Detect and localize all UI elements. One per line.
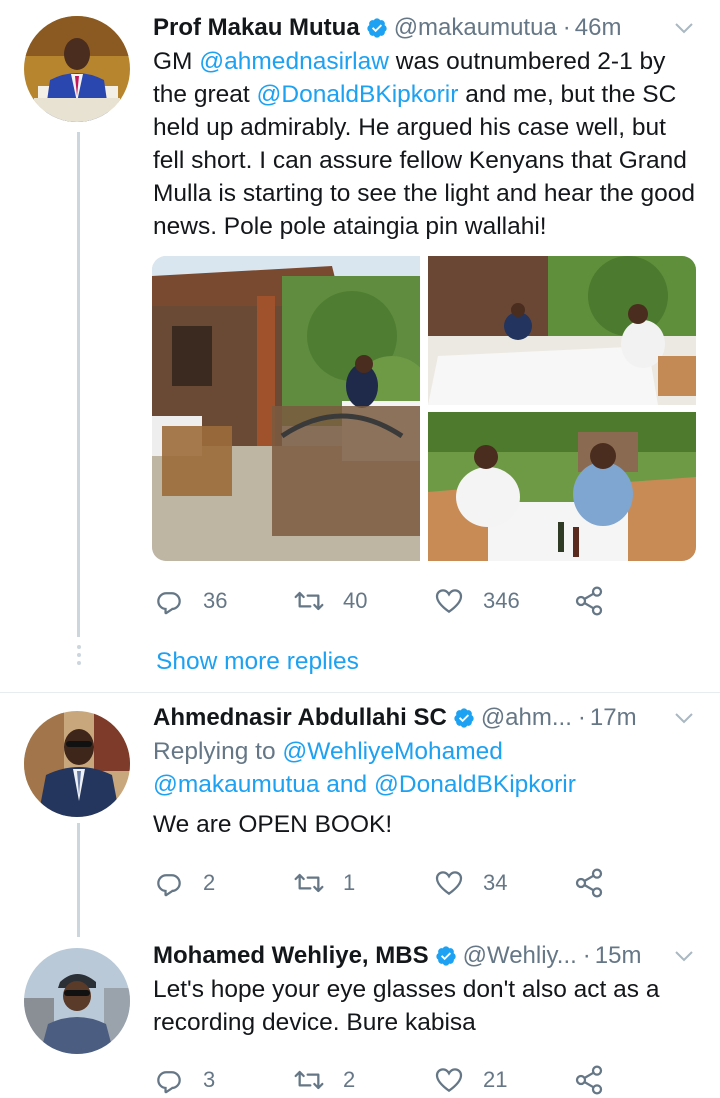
retweet-count: 1 bbox=[343, 870, 356, 895]
retweet-button[interactable]: 40 bbox=[293, 585, 433, 617]
share-button[interactable] bbox=[573, 585, 623, 617]
photo-lunch-closeup[interactable] bbox=[428, 412, 696, 561]
like-count: 21 bbox=[483, 1067, 508, 1092]
tweet-header: Mohamed Wehliye, MBS @Wehliy... · 15m bbox=[153, 938, 696, 974]
replying-to-label: Replying to bbox=[153, 738, 283, 765]
separator-dot: · bbox=[562, 14, 571, 41]
like-button[interactable]: 346 bbox=[433, 585, 573, 617]
like-button[interactable]: 21 bbox=[433, 1064, 573, 1096]
timestamp[interactable]: 46m bbox=[575, 14, 622, 42]
handle[interactable]: @Wehliy... bbox=[463, 942, 577, 970]
mention-link[interactable]: @WehliyeMohamed bbox=[282, 738, 503, 765]
retweet-button[interactable]: 1 bbox=[293, 867, 433, 899]
reply-icon bbox=[157, 874, 181, 897]
heart-icon bbox=[435, 1068, 463, 1093]
separator-dot: · bbox=[582, 942, 591, 969]
share-button[interactable] bbox=[573, 867, 623, 899]
share-button[interactable] bbox=[573, 1064, 623, 1096]
thread-line bbox=[77, 132, 80, 637]
retweet-count: 40 bbox=[343, 588, 368, 613]
like-count: 346 bbox=[483, 588, 520, 613]
tweet[interactable]: Mohamed Wehliye, MBS @Wehliy... · 15m Le… bbox=[153, 938, 696, 1039]
retweet-button[interactable]: 2 bbox=[293, 1064, 433, 1096]
timestamp[interactable]: 15m bbox=[595, 942, 642, 970]
tweet[interactable]: Ahmednasir Abdullahi SC @ahm... · 17m Re… bbox=[153, 700, 696, 841]
timestamp[interactable]: 17m bbox=[590, 704, 637, 732]
reply-icon bbox=[157, 1071, 181, 1094]
reply-button[interactable]: 2 bbox=[153, 867, 293, 899]
photo-restaurant-patio[interactable] bbox=[152, 256, 420, 561]
mention-link[interactable]: @makaumutua bbox=[153, 771, 320, 798]
share-icon bbox=[575, 868, 603, 898]
mention-link[interactable]: @DonaldBKipkorir bbox=[257, 81, 459, 108]
heart-icon bbox=[435, 871, 463, 896]
tweet-actions: 36 40 346 bbox=[153, 581, 623, 621]
separator-dot: · bbox=[577, 704, 586, 731]
like-count: 34 bbox=[483, 870, 508, 895]
verified-badge-icon bbox=[435, 946, 456, 966]
thread-gap-dots bbox=[74, 645, 84, 669]
tweet-actions: 2 1 34 bbox=[153, 863, 623, 903]
share-icon bbox=[575, 1065, 603, 1095]
handle[interactable]: @makaumutua bbox=[394, 14, 557, 42]
tweet-actions: 3 2 21 bbox=[153, 1060, 623, 1098]
tweet-text: GM @ahmednasirlaw was outnumbered 2-1 by… bbox=[153, 45, 696, 243]
photo-table-meeting[interactable] bbox=[428, 256, 696, 405]
retweet-count: 2 bbox=[343, 1067, 356, 1092]
avatar[interactable] bbox=[24, 711, 130, 817]
retweet-icon bbox=[294, 591, 324, 611]
tweet-header: Ahmednasir Abdullahi SC @ahm... · 17m bbox=[153, 700, 696, 736]
replying-and-text: and bbox=[319, 771, 374, 798]
text-segment: GM bbox=[153, 48, 200, 75]
retweet-icon bbox=[294, 1070, 324, 1090]
media-grid bbox=[152, 256, 696, 561]
heart-icon bbox=[435, 589, 463, 614]
avatar[interactable] bbox=[24, 16, 130, 122]
reply-count: 36 bbox=[203, 588, 228, 613]
avatar[interactable] bbox=[24, 948, 130, 1054]
retweet-icon bbox=[294, 873, 324, 893]
tweet[interactable]: Prof Makau Mutua @makaumutua · 46m GM @a… bbox=[153, 10, 696, 243]
display-name[interactable]: Mohamed Wehliye, MBS bbox=[153, 942, 429, 970]
verified-badge-icon bbox=[367, 18, 387, 38]
reply-count: 3 bbox=[203, 1067, 216, 1092]
mention-link[interactable]: @DonaldBKipkorir bbox=[374, 771, 576, 798]
tweet-text: We are OPEN BOOK! bbox=[153, 811, 393, 838]
chevron-down-icon[interactable] bbox=[672, 16, 696, 40]
share-icon bbox=[575, 586, 603, 616]
replying-to-line: Replying to @WehliyeMohamed @makaumutua … bbox=[153, 735, 696, 801]
reply-button[interactable]: 3 bbox=[153, 1064, 293, 1096]
reply-count: 2 bbox=[203, 870, 216, 895]
show-more-replies-link[interactable]: Show more replies bbox=[156, 648, 359, 676]
thread-line bbox=[77, 823, 80, 937]
reply-button[interactable]: 36 bbox=[153, 585, 293, 617]
chevron-down-icon[interactable] bbox=[672, 944, 696, 968]
handle[interactable]: @ahm... bbox=[481, 704, 572, 732]
mention-link[interactable]: @ahmednasirlaw bbox=[199, 48, 389, 75]
reply-icon bbox=[157, 592, 181, 615]
display-name[interactable]: Prof Makau Mutua bbox=[153, 14, 360, 42]
chevron-down-icon[interactable] bbox=[672, 706, 696, 730]
display-name[interactable]: Ahmednasir Abdullahi SC bbox=[153, 704, 447, 732]
divider bbox=[0, 692, 720, 693]
tweet-header: Prof Makau Mutua @makaumutua · 46m bbox=[153, 10, 696, 46]
verified-badge-icon bbox=[454, 708, 474, 728]
tweet-text: Let's hope your eye glasses don't also a… bbox=[153, 976, 660, 1036]
like-button[interactable]: 34 bbox=[433, 867, 573, 899]
